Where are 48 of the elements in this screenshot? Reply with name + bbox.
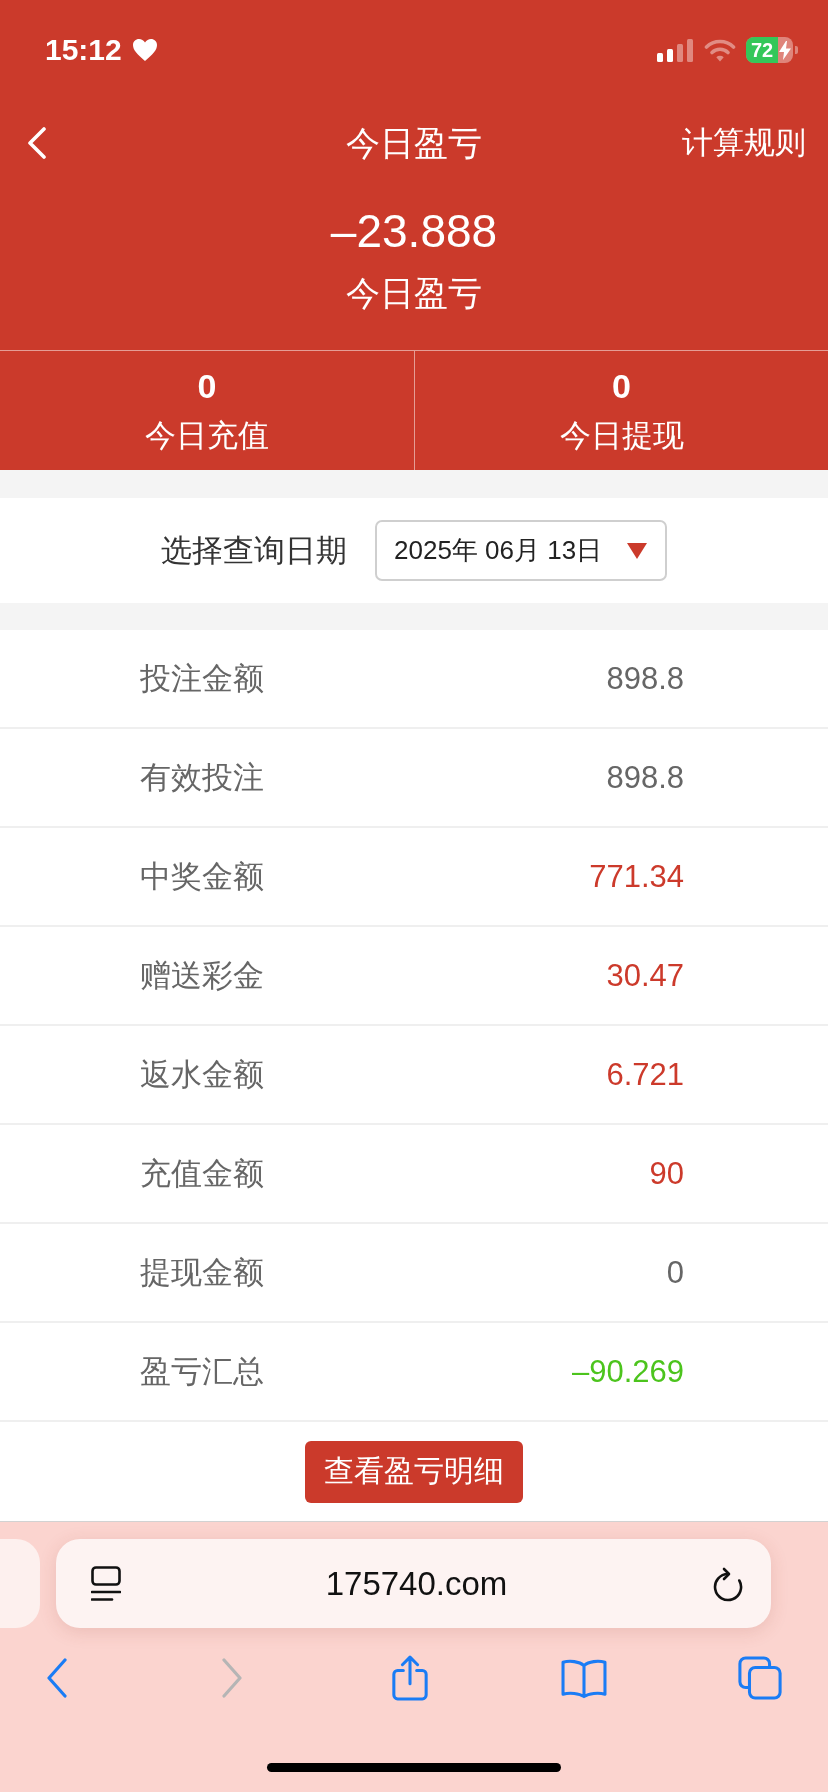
page-format-icon[interactable] [91,1565,121,1602]
detail-button[interactable]: 查看盈亏明细 [305,1440,523,1503]
row-value: 0 [666,1253,684,1292]
chevron-left-icon [46,1658,68,1698]
back-button[interactable] [46,1658,68,1698]
bolt-icon [779,41,791,60]
status-time: 15:12 [45,32,122,68]
profit-label: 今日盈亏 [346,273,482,313]
stat-value: 0 [612,366,631,406]
bookmarks-button[interactable] [560,1657,608,1699]
share-icon [391,1654,429,1702]
stat-value: 0 [197,366,217,406]
signal-icon [657,38,693,62]
row-label: 盈亏汇总 [140,1352,264,1391]
row-label: 返水金额 [140,1055,264,1094]
page-title: 今日盈亏 [346,123,482,163]
chevron-right-icon [221,1658,243,1698]
row-value: 898.8 [606,659,684,698]
tabs-button[interactable] [738,1656,782,1700]
reload-icon[interactable] [712,1565,743,1602]
url-text: 175740.com [324,1563,509,1604]
share-button[interactable] [391,1654,429,1702]
rules-link[interactable]: 计算规则 [682,124,806,162]
row-value: 898.8 [606,758,684,797]
row-value: 30.47 [606,956,684,995]
book-icon [560,1657,608,1699]
address-bar[interactable]: 175740.com [56,1539,771,1628]
stat-label: 今日充值 [145,417,269,455]
date-label: 选择查询日期 [161,531,347,570]
chevron-left-icon [27,127,47,159]
row-label: 赠送彩金 [140,956,264,995]
row-label: 有效投注 [140,758,264,797]
heart-icon [131,38,158,62]
row-label: 提现金额 [140,1253,264,1292]
battery-percentage: 72 [746,37,778,63]
wifi-icon [704,38,736,62]
profit-value: –23.888 [330,206,498,256]
row-label: 充值金额 [140,1154,264,1193]
stat-label: 今日提现 [559,417,684,455]
row-value: 6.721 [606,1055,684,1094]
row-label: 投注金额 [140,659,264,698]
row-value: 90 [649,1154,684,1193]
tabs-icon [738,1656,782,1700]
row-value: 771.34 [589,857,684,896]
date-select[interactable]: 2025年 06月 13日 [375,520,667,581]
row-label: 中奖金额 [140,857,264,896]
row-value: –90.269 [571,1352,684,1391]
dropdown-triangle-icon [627,542,647,559]
